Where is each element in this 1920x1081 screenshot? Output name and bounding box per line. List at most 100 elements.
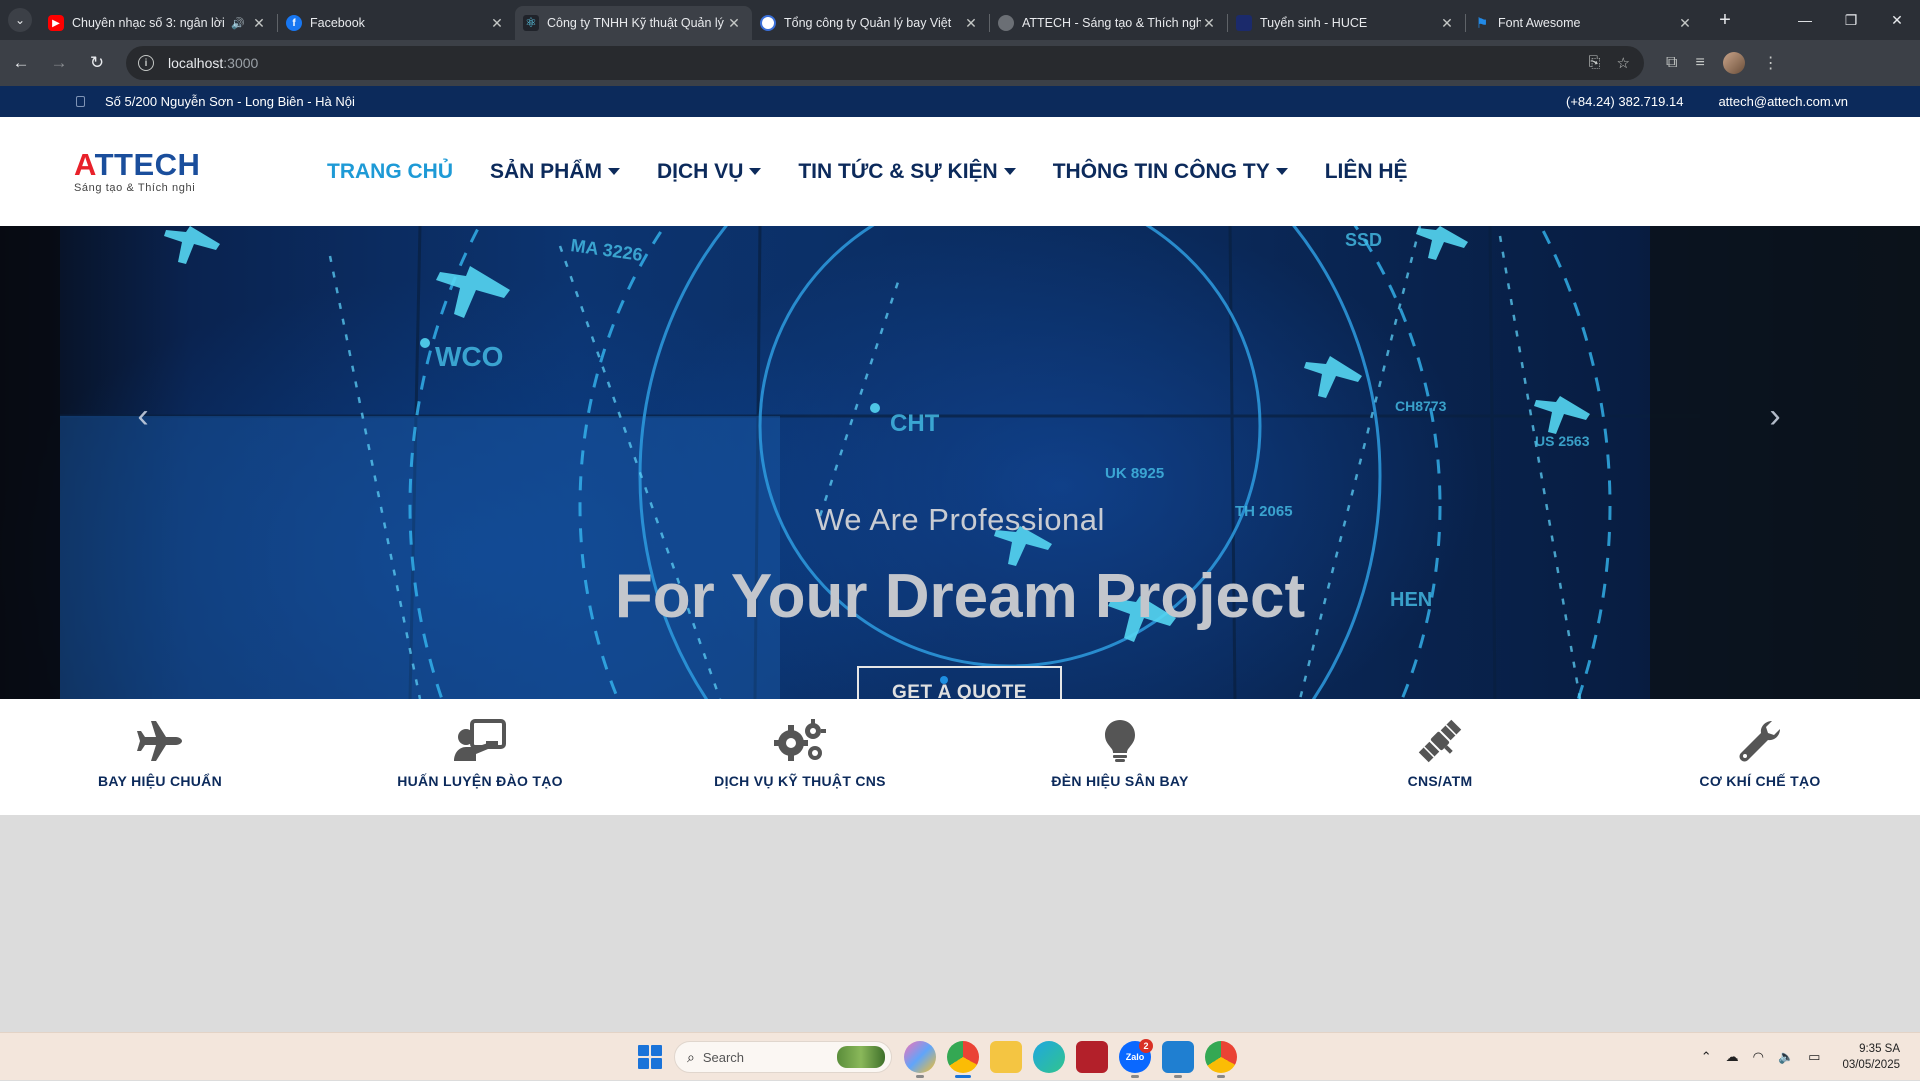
restore-icon[interactable]: ❐ bbox=[1828, 0, 1874, 40]
nav-item-contact[interactable]: LIÊN HỆ bbox=[1325, 160, 1408, 184]
service-label: CNS/ATM bbox=[1407, 773, 1473, 789]
speaker-icon[interactable]: 🔊 bbox=[231, 17, 245, 30]
reload-button[interactable]: ↻ bbox=[80, 46, 114, 80]
url-host: localhost bbox=[168, 55, 224, 71]
vatm-icon bbox=[760, 15, 776, 31]
browser-tab-fontawesome[interactable]: ⚑ Font Awesome ✕ bbox=[1466, 6, 1703, 40]
company-phone[interactable]: (+84.24) 382.719.14 bbox=[1566, 94, 1683, 109]
close-icon[interactable]: ✕ bbox=[1677, 15, 1693, 32]
radar-label: CH8773 bbox=[1395, 398, 1447, 414]
close-icon[interactable]: ✕ bbox=[726, 15, 742, 32]
install-app-icon[interactable]: ⎘ bbox=[1589, 54, 1601, 72]
nav-item-products[interactable]: SẢN PHẨM bbox=[490, 160, 621, 184]
nav-label: TRANG CHỦ bbox=[327, 159, 453, 183]
facebook-icon: f bbox=[286, 15, 302, 31]
close-icon[interactable]: ✕ bbox=[963, 15, 979, 32]
tab-search-button[interactable]: ⌄ bbox=[0, 0, 40, 40]
edge-icon[interactable] bbox=[1033, 1041, 1065, 1073]
service-item[interactable]: CƠ KHÍ CHẾ TẠO bbox=[1650, 699, 1870, 815]
browser-tab-attech[interactable]: ATTECH - Sáng tạo & Thích nghi ✕ bbox=[990, 6, 1227, 40]
browser-tab-youtube[interactable]: ▶ Chuyên nhạc số 3: ngân lời 🔊 ✕ bbox=[40, 6, 277, 40]
zalo-icon[interactable]: Zalo 2 bbox=[1119, 1039, 1153, 1078]
carousel-next-button[interactable]: › bbox=[1760, 396, 1790, 436]
hero-title: For Your Dream Project bbox=[614, 562, 1306, 631]
clock-time: 9:35 SA bbox=[1859, 1043, 1900, 1055]
media-controls-icon[interactable]: ≡ bbox=[1695, 54, 1704, 72]
close-icon[interactable]: ✕ bbox=[1439, 15, 1455, 32]
forward-button[interactable]: → bbox=[42, 46, 76, 80]
radar-label: SSD bbox=[1345, 230, 1382, 250]
extensions-icon[interactable]: ⧉ bbox=[1666, 54, 1677, 72]
site-logo[interactable]: ATTECH Sáng tạo & Thích nghi bbox=[74, 149, 274, 194]
onedrive-cloud-icon[interactable]: ☁ bbox=[1726, 1049, 1739, 1065]
volume-icon[interactable]: 🔈 bbox=[1778, 1049, 1794, 1065]
browser-toolbar: ← → ↻ i localhost:3000 ⎘ ☆ ⧉ ≡ ⋮ bbox=[0, 40, 1920, 86]
close-icon[interactable]: ✕ bbox=[251, 15, 267, 32]
service-item[interactable]: CNS/ATM bbox=[1330, 699, 1550, 815]
tab-title: Tổng công ty Quản lý bay Việt bbox=[784, 16, 952, 30]
browser-tabstrip: ⌄ ▶ Chuyên nhạc số 3: ngân lời 🔊 ✕ f Fac… bbox=[0, 0, 1920, 40]
logo-brand-text: TTECH bbox=[94, 147, 201, 182]
bookmark-star-icon[interactable]: ☆ bbox=[1617, 54, 1630, 72]
service-label: DỊCH VỤ KỸ THUẬT CNS bbox=[714, 773, 886, 789]
browser-tab-active[interactable]: ⚛ Công ty TNHH Kỹ thuật Quản lý ✕ bbox=[515, 6, 752, 40]
app-icon[interactable] bbox=[1076, 1041, 1108, 1073]
minimize-icon[interactable]: — bbox=[1782, 0, 1828, 40]
taskbar-search-box[interactable]: ⌕ Search bbox=[674, 1041, 892, 1073]
site-topbar: Số 5/200 Nguyễn Sơn - Long Biên - Hà Nội… bbox=[0, 86, 1920, 117]
flag-icon: ⚑ bbox=[1475, 14, 1489, 31]
nav-item-news[interactable]: TIN TỨC & SỰ KIỆN bbox=[798, 159, 1016, 184]
more-menu-icon[interactable]: ⋮ bbox=[1763, 53, 1779, 73]
back-button[interactable]: ← bbox=[4, 46, 38, 80]
nav-item-company-info[interactable]: THÔNG TIN CÔNG TY bbox=[1053, 160, 1288, 184]
radar-label: WCO bbox=[435, 341, 503, 372]
copilot-icon[interactable] bbox=[904, 1041, 936, 1078]
service-item[interactable]: BAY HIỆU CHUẨN bbox=[50, 699, 270, 815]
hero-subtitle: We Are Professional bbox=[815, 502, 1105, 537]
windows-start-icon[interactable] bbox=[638, 1045, 662, 1069]
system-clock[interactable]: 9:35 SA 03/05/2025 bbox=[1842, 1041, 1900, 1073]
tab-title: Công ty TNHH Kỹ thuật Quản lý bbox=[547, 16, 724, 30]
file-explorer-icon[interactable] bbox=[990, 1041, 1022, 1073]
wifi-icon[interactable]: ◠ bbox=[1753, 1049, 1764, 1065]
chrome-icon[interactable] bbox=[947, 1041, 979, 1078]
chevron-up-icon[interactable]: ⌃ bbox=[1701, 1049, 1712, 1065]
nav-label: LIÊN HỆ bbox=[1324, 159, 1408, 183]
chevron-down-icon: ⌄ bbox=[8, 8, 32, 32]
service-item[interactable]: DỊCH VỤ KỸ THUẬT CNS bbox=[690, 699, 910, 815]
nav-label: TIN TỨC & SỰ KIỆN bbox=[798, 159, 998, 183]
browser-tab-huce[interactable]: Tuyển sinh - HUCE ✕ bbox=[1228, 6, 1465, 40]
search-placeholder: Search bbox=[702, 1049, 745, 1065]
close-icon[interactable]: ✕ bbox=[1201, 15, 1217, 32]
address-bar[interactable]: i localhost:3000 ⎘ ☆ bbox=[126, 46, 1644, 80]
chrome-profile-icon[interactable] bbox=[1205, 1041, 1237, 1078]
site-info-icon[interactable]: i bbox=[138, 55, 154, 71]
battery-icon[interactable]: ▭ bbox=[1808, 1049, 1820, 1065]
window-controls: — ❐ ✕ bbox=[1782, 0, 1920, 40]
nav-item-home[interactable]: TRANG CHỦ bbox=[327, 160, 453, 184]
nav-item-services[interactable]: DỊCH VỤ bbox=[657, 160, 762, 184]
new-tab-button[interactable]: + bbox=[1709, 4, 1741, 36]
plane-icon bbox=[137, 721, 182, 761]
profile-avatar[interactable] bbox=[1722, 52, 1745, 74]
site-header: ATTECH Sáng tạo & Thích nghi TRANG CHỦ S… bbox=[0, 117, 1920, 226]
company-email[interactable]: attech@attech.com.vn bbox=[1718, 94, 1848, 109]
tab-title: Tuyển sinh - HUCE bbox=[1260, 16, 1368, 30]
get-quote-button[interactable]: GET A QUOTE bbox=[857, 666, 1062, 699]
radar-label: MA 3226 bbox=[569, 235, 643, 265]
browser-tab-vatm[interactable]: Tổng công ty Quản lý bay Việt ✕ bbox=[752, 6, 989, 40]
service-item[interactable]: ĐÈN HIỆU SÂN BAY bbox=[1010, 699, 1230, 815]
windows-taskbar: ⌕ Search Zalo 2 ⌃ ☁ ◠ 🔈 ▭ 9:35 SA 03/05/2… bbox=[0, 1032, 1920, 1080]
carousel-indicator-dot[interactable] bbox=[940, 676, 948, 684]
service-item[interactable]: HUẤN LUYỆN ĐÀO TẠO bbox=[370, 699, 590, 815]
close-icon[interactable]: ✕ bbox=[489, 15, 505, 32]
tab-title: Chuyên nhạc số 3: ngân lời bbox=[72, 16, 225, 30]
company-address: Số 5/200 Nguyễn Sơn - Long Biên - Hà Nội bbox=[105, 94, 355, 109]
browser-tab-facebook[interactable]: f Facebook ✕ bbox=[278, 6, 515, 40]
close-window-icon[interactable]: ✕ bbox=[1874, 0, 1920, 40]
service-label: HUẤN LUYỆN ĐÀO TẠO bbox=[397, 773, 563, 789]
tab-title: ATTECH - Sáng tạo & Thích nghi bbox=[1022, 16, 1201, 30]
logo-letter-a: A bbox=[74, 147, 95, 182]
vscode-icon[interactable] bbox=[1162, 1041, 1194, 1078]
carousel-prev-button[interactable]: ‹ bbox=[128, 396, 158, 436]
